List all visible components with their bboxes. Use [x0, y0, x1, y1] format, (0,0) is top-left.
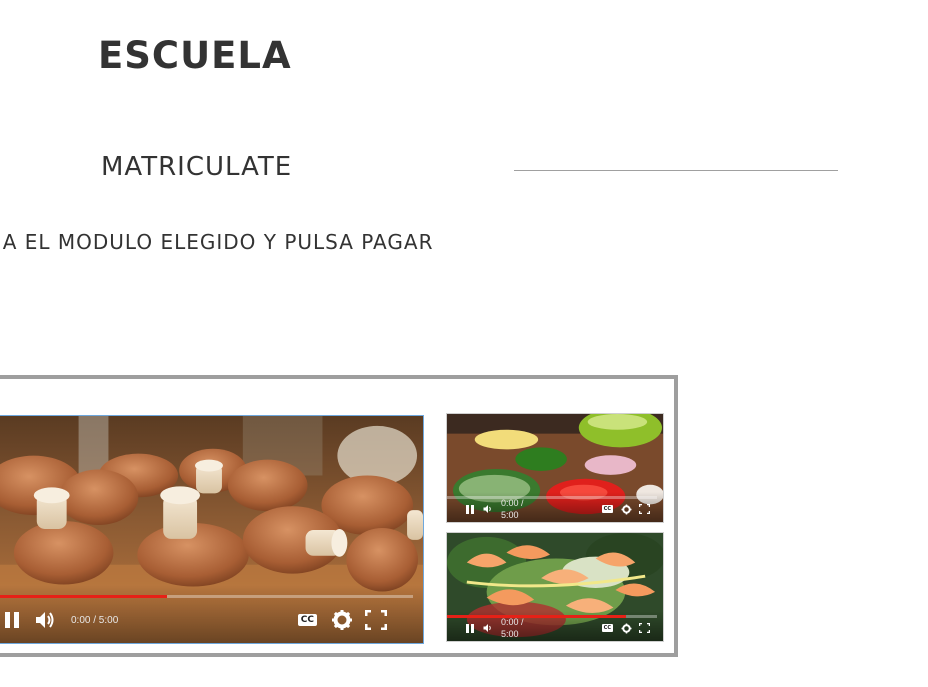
volume-icon[interactable]: [481, 621, 495, 635]
thumbnail-controls: 0:00 / 5:00 CC: [447, 611, 663, 641]
video-gallery: 0:00 / 5:00 CC 0:00 / 5:00 CC 0:00 / 5:0…: [0, 375, 678, 657]
video-time: 0:00 / 5:00: [501, 617, 524, 639]
control-row: 0:00 / 5:00 CC: [447, 498, 663, 520]
pause-icon[interactable]: [0, 607, 25, 633]
page-title: MATRICULATE: [101, 152, 293, 182]
control-row: 0:00 / 5:00 CC: [447, 617, 663, 639]
main-video-player[interactable]: 0:00 / 5:00 CC: [0, 415, 424, 644]
video-time: 0:00 / 5:00: [71, 614, 119, 626]
pause-icon[interactable]: [463, 502, 477, 516]
volume-icon[interactable]: [481, 502, 495, 516]
control-row: 0:00 / 5:00 CC: [0, 607, 423, 633]
main-video-controls: 0:00 / 5:00 CC: [0, 585, 423, 643]
brand-logo-text: ESCUELA: [98, 34, 292, 77]
video-thumbnail-shrimp[interactable]: 0:00 / 5:00 CC: [446, 532, 664, 642]
cc-icon[interactable]: CC: [601, 505, 613, 513]
video-time: 0:00 / 5:00: [501, 498, 524, 520]
settings-icon[interactable]: [619, 502, 633, 516]
pause-icon[interactable]: [463, 621, 477, 635]
instruction-text: ONA EL MODULO ELEGIDO Y PULSA PAGAR: [0, 230, 434, 254]
settings-icon[interactable]: [329, 607, 355, 633]
title-divider: [514, 170, 838, 171]
settings-icon[interactable]: [619, 621, 633, 635]
cc-icon[interactable]: CC: [601, 624, 613, 632]
fullscreen-icon[interactable]: [637, 621, 651, 635]
cc-icon[interactable]: CC: [297, 614, 317, 626]
fullscreen-icon[interactable]: [637, 502, 651, 516]
video-progress-fill: [447, 615, 626, 618]
video-progress-bar[interactable]: [447, 496, 657, 499]
thumbnail-controls: 0:00 / 5:00 CC: [447, 492, 663, 522]
video-progress-bar[interactable]: [0, 595, 413, 598]
video-progress-bar[interactable]: [447, 615, 657, 618]
fullscreen-icon[interactable]: [363, 607, 389, 633]
video-thumbnail-vegetables[interactable]: 0:00 / 5:00 CC: [446, 413, 664, 523]
video-progress-fill: [0, 595, 168, 598]
volume-icon[interactable]: [33, 607, 59, 633]
